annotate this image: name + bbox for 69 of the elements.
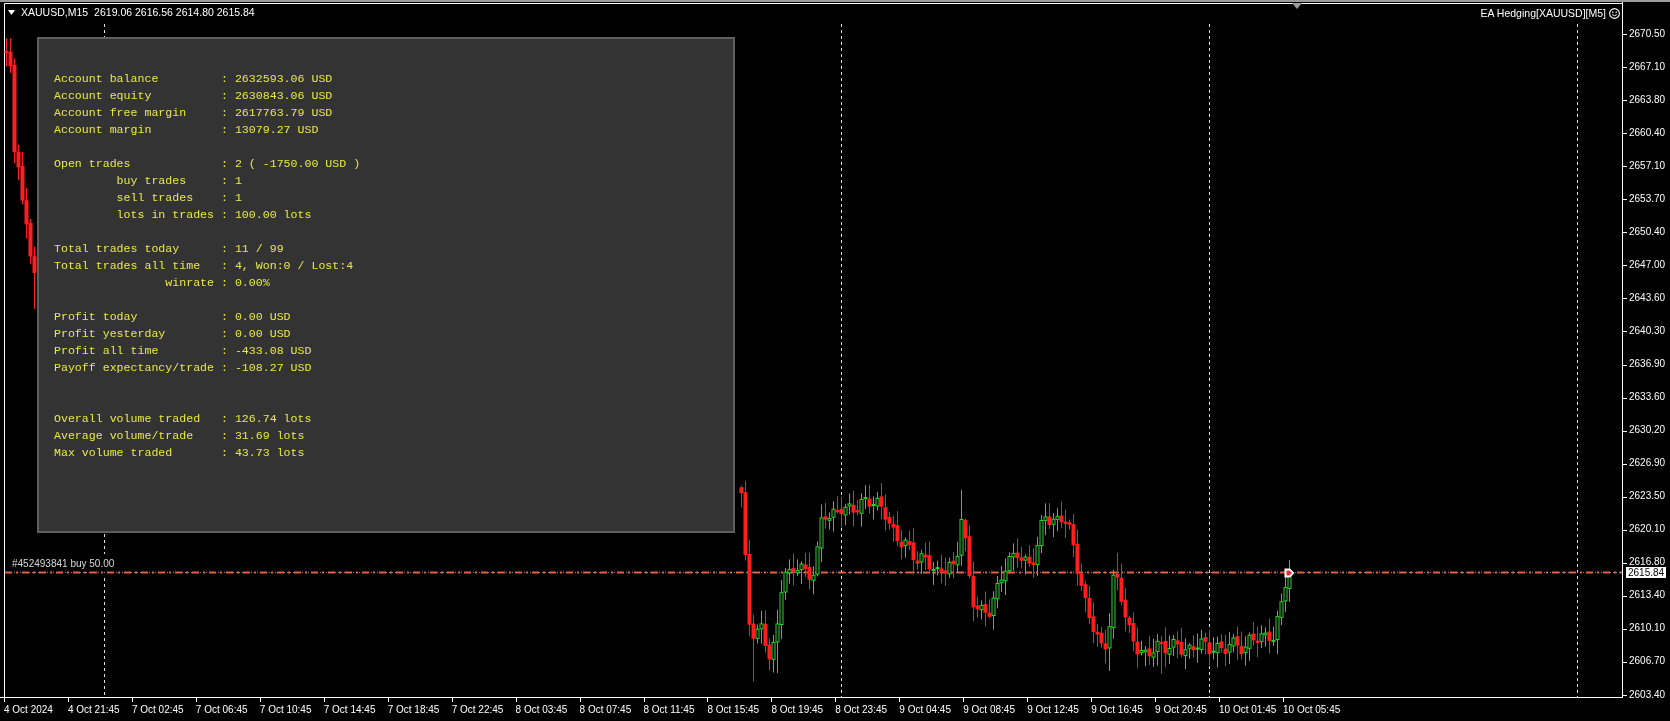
order-label: #452493841 buy 50.00 [12, 558, 115, 570]
statistics-line: Overall volume traded : 126.74 lots [54, 411, 312, 427]
smiley-icon [1609, 8, 1620, 19]
expert-advisor-label: EA Hedging[XAUUSD][M5] [1480, 7, 1606, 20]
time-tick-label: 8 Oct 19:45 [771, 704, 824, 715]
price-tick-label: 2670.50 [1629, 27, 1666, 39]
price-tick-label: 2647.00 [1629, 258, 1666, 270]
statistics-line: Profit today : 0.00 USD [54, 309, 291, 325]
statistics-line: Account free margin : 2617763.79 USD [54, 105, 333, 121]
time-tick-label: 4 Oct 21:45 [67, 704, 120, 715]
triangle-marker-icon[interactable] [1292, 3, 1302, 9]
price-tick-label: 2610.10 [1629, 622, 1666, 634]
price-tick-label: 2626.90 [1629, 457, 1666, 469]
price-tick-label: 2616.80 [1629, 556, 1666, 568]
time-tick-label: 7 Oct 14:45 [323, 704, 376, 715]
statistics-line: lots in trades : 100.00 lots [116, 207, 312, 223]
statistics-line: sell trades : 1 [116, 190, 242, 206]
price-tick-label: 2657.10 [1629, 159, 1666, 171]
time-tick-label: 10 Oct 01:45 [1219, 704, 1277, 715]
arrow-marker-icon [1284, 567, 1295, 578]
statistics-line: Account margin : 13079.27 USD [54, 122, 319, 138]
time-tick-label: 8 Oct 23:45 [835, 704, 888, 715]
price-tick-label: 2660.40 [1629, 126, 1666, 138]
price-tick-label: 2643.60 [1629, 291, 1666, 303]
price-tick-label: 2630.20 [1629, 424, 1666, 436]
statistics-line: Open trades : 2 ( -1750.00 USD ) [54, 156, 361, 172]
statistics-line: Total trades all time : 4, Won:0 / Lost:4 [54, 258, 354, 274]
statistics-line: Account balance : 2632593.06 USD [54, 71, 333, 87]
statistics-line: Profit yesterday : 0.00 USD [54, 326, 291, 342]
time-tick-label: 7 Oct 06:45 [195, 704, 248, 715]
statistics-line: Average volume/trade : 31.69 lots [54, 428, 305, 444]
statistics-line: Total trades today : 11 / 99 [54, 241, 284, 257]
current-price-label: 2615.84 [1626, 566, 1667, 578]
time-tick-label: 8 Oct 11:45 [643, 704, 695, 715]
price-tick-label: 2633.60 [1629, 391, 1666, 403]
time-tick-label: 8 Oct 03:45 [515, 704, 568, 715]
statistics-line: buy trades : 1 [116, 173, 242, 189]
price-tick-label: 2636.90 [1629, 358, 1666, 369]
time-tick-label: 7 Oct 02:45 [131, 704, 184, 715]
statistics-line: Profit all time : -433.08 USD [54, 343, 312, 359]
time-tick-label: 7 Oct 22:45 [451, 704, 504, 715]
ohlc-quote: 2619.06 2616.56 2614.80 2615.84 [94, 6, 255, 19]
time-tick-label: 7 Oct 18:45 [387, 704, 440, 715]
time-tick-label: 8 Oct 07:45 [579, 704, 632, 715]
price-tick-label: 2613.40 [1629, 589, 1666, 601]
price-tick-label: 2663.80 [1629, 93, 1666, 105]
price-tick-label: 2620.10 [1629, 523, 1666, 535]
time-tick-label: 4 Oct 2024 [4, 704, 53, 715]
statistics-line: Max volume traded : 43.73 lots [54, 445, 305, 461]
time-tick-label: 9 Oct 20:45 [1155, 704, 1207, 715]
statistics-line: Account equity : 2630843.06 USD [54, 88, 333, 104]
time-tick-label: 9 Oct 16:45 [1091, 704, 1143, 715]
price-tick-label: 2623.50 [1629, 490, 1666, 502]
price-tick-label: 2650.40 [1629, 225, 1666, 237]
price-tick-label: 2653.70 [1629, 192, 1666, 204]
time-tick-label: 7 Oct 10:45 [259, 704, 312, 715]
price-tick-label: 2603.40 [1629, 688, 1666, 700]
price-tick-label: 2606.70 [1629, 655, 1666, 667]
price-tick-label: 2667.10 [1629, 60, 1666, 72]
statistics-line: winrate : 0.00% [165, 275, 270, 291]
time-tick-label: 9 Oct 12:45 [1027, 704, 1079, 715]
time-tick-label: 8 Oct 15:45 [707, 704, 760, 715]
symbol-timeframe: XAUUSD,M15 [21, 6, 89, 19]
price-tick-label: 2640.30 [1629, 324, 1666, 336]
dropdown-triangle-icon[interactable] [8, 10, 15, 15]
time-tick-label: 9 Oct 08:45 [963, 704, 1015, 715]
time-tick-label: 9 Oct 04:45 [899, 704, 951, 715]
time-tick-label: 10 Oct 05:45 [1283, 704, 1341, 715]
statistics-line: Payoff expectancy/trade : -108.27 USD [54, 360, 312, 376]
